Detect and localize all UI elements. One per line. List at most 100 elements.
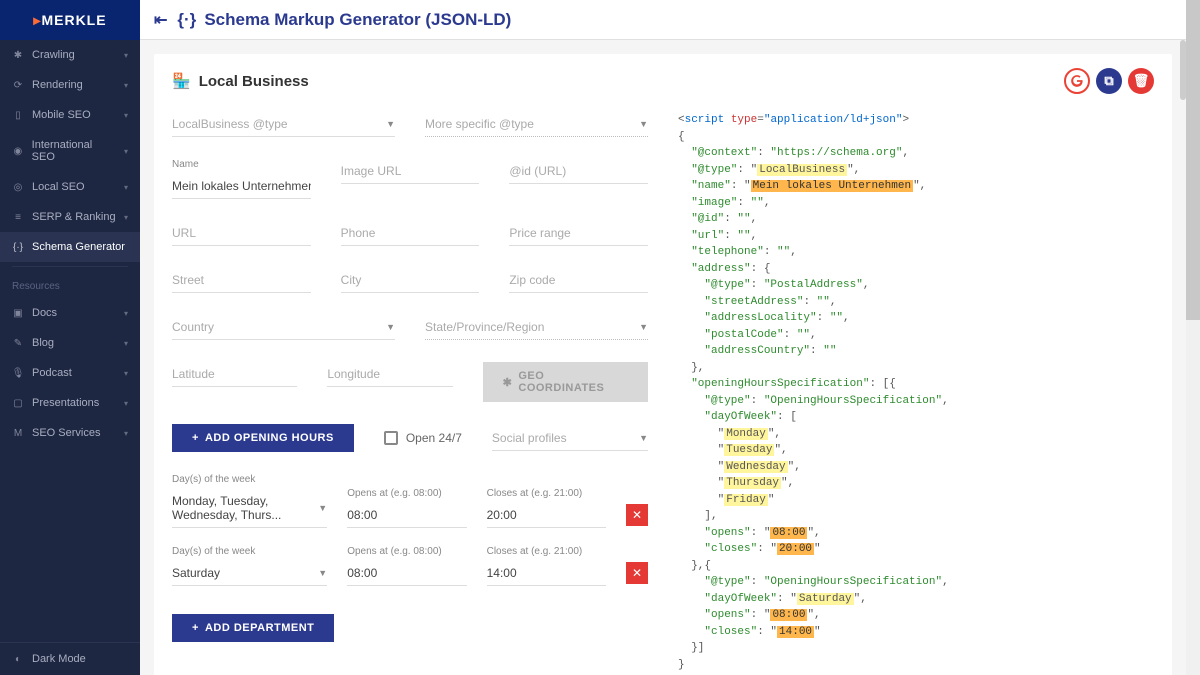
nav-main: ✱Crawling▾⟳Rendering▾▯Mobile SEO▾◉Intern… bbox=[0, 40, 140, 262]
card-title: 🏪 Local Business bbox=[172, 72, 309, 90]
sidebar-item-international-seo[interactable]: ◉International SEO▾ bbox=[0, 130, 140, 172]
code-braces-icon: {·} bbox=[177, 10, 196, 30]
opens-label: Opens at (e.g. 08:00) bbox=[347, 488, 466, 499]
sidebar-item-local-seo[interactable]: ◎Local SEO▾ bbox=[0, 172, 140, 202]
sidebar-item-presentations[interactable]: ▢Presentations▾ bbox=[0, 388, 140, 418]
longitude-input[interactable] bbox=[327, 362, 452, 387]
image-url-input[interactable] bbox=[341, 159, 480, 184]
code-panel: <script type="application/ld+json"> { "@… bbox=[678, 112, 1154, 675]
name-input[interactable] bbox=[172, 174, 311, 199]
closes-input[interactable] bbox=[487, 503, 606, 528]
url-input[interactable] bbox=[172, 221, 311, 246]
page-scrollbar[interactable] bbox=[1186, 0, 1200, 675]
closes-label: Closes at (e.g. 21:00) bbox=[487, 546, 606, 557]
nav-icon: M bbox=[12, 428, 24, 439]
store-icon: 🏪 bbox=[172, 72, 191, 90]
main: ⇤ {·} Schema Markup Generator (JSON-LD) … bbox=[140, 0, 1186, 675]
chevron-down-icon: ▼ bbox=[318, 503, 327, 513]
sidebar-item-mobile-seo[interactable]: ▯Mobile SEO▾ bbox=[0, 100, 140, 130]
topbar: ⇤ {·} Schema Markup Generator (JSON-LD) bbox=[140, 0, 1186, 40]
zip-input[interactable] bbox=[509, 268, 648, 293]
nav-icon: 🎙 bbox=[12, 368, 24, 379]
phone-input[interactable] bbox=[341, 221, 480, 246]
code-output: <script type="application/ld+json"> { "@… bbox=[678, 112, 1154, 675]
copy-button[interactable]: ⧉ bbox=[1096, 68, 1122, 94]
sidebar-item-schema-generator[interactable]: {·}Schema Generator bbox=[0, 232, 140, 262]
days-label: Day(s) of the week bbox=[172, 474, 327, 485]
chevron-down-icon: ▼ bbox=[639, 433, 648, 443]
checkbox-icon bbox=[384, 431, 398, 445]
region-select[interactable]: State/Province/Region▼ bbox=[425, 315, 648, 340]
chevron-down-icon: ▼ bbox=[386, 322, 395, 332]
chevron-down-icon: ▾ bbox=[124, 429, 128, 438]
geo-coordinates-button: ✱ GEO COORDINATES bbox=[483, 362, 648, 402]
add-opening-hours-button[interactable]: + ADD OPENING HOURS bbox=[172, 424, 354, 452]
open-247-checkbox[interactable]: Open 24/7 bbox=[384, 431, 462, 445]
chevron-down-icon: ▼ bbox=[639, 322, 648, 332]
dark-mode-toggle[interactable]: ◐ Dark Mode bbox=[0, 642, 140, 675]
specific-type-select[interactable]: More specific @type▼ bbox=[425, 112, 648, 137]
social-profiles-select[interactable]: Social profiles▼ bbox=[492, 426, 648, 451]
sidebar-item-rendering[interactable]: ⟳Rendering▾ bbox=[0, 70, 140, 100]
nav-icon: ✎ bbox=[12, 338, 24, 349]
price-range-input[interactable] bbox=[509, 221, 648, 246]
days-label: Day(s) of the week bbox=[172, 546, 327, 557]
sidebar-item-seo-services[interactable]: MSEO Services▾ bbox=[0, 418, 140, 448]
nav-icon: ▯ bbox=[12, 110, 24, 121]
form-card: 🏪 Local Business ⧉ 🗑 Lo bbox=[154, 54, 1172, 675]
add-department-button[interactable]: + ADD DEPARTMENT bbox=[172, 614, 334, 642]
logo: ▸MERKLE bbox=[0, 0, 140, 40]
sidebar-item-crawling[interactable]: ✱Crawling▾ bbox=[0, 40, 140, 70]
chevron-down-icon: ▾ bbox=[124, 111, 128, 120]
chevron-down-icon: ▾ bbox=[124, 147, 128, 156]
nav-section-label: Resources bbox=[0, 271, 140, 298]
chevron-down-icon: ▾ bbox=[124, 369, 128, 378]
delete-button[interactable]: 🗑 bbox=[1128, 68, 1154, 94]
chevron-down-icon: ▾ bbox=[124, 51, 128, 60]
collapse-sidebar-button[interactable]: ⇤ bbox=[154, 10, 167, 30]
delete-hours-button[interactable]: ✕ bbox=[626, 504, 648, 526]
nav-icon: ◎ bbox=[12, 182, 24, 193]
page-title: {·} Schema Markup Generator (JSON-LD) bbox=[177, 10, 511, 30]
nav-icon: ▢ bbox=[12, 398, 24, 409]
chevron-down-icon: ▾ bbox=[124, 183, 128, 192]
street-input[interactable] bbox=[172, 268, 311, 293]
content: 🏪 Local Business ⧉ 🗑 Lo bbox=[140, 40, 1186, 675]
id-url-input[interactable] bbox=[509, 159, 648, 184]
days-select[interactable]: Monday, Tuesday, Wednesday, Thurs...▼ bbox=[172, 489, 327, 528]
nav-icon: ⟳ bbox=[12, 80, 24, 91]
chevron-down-icon: ▼ bbox=[318, 568, 327, 578]
opens-label: Opens at (e.g. 08:00) bbox=[347, 546, 466, 557]
chevron-down-icon: ▾ bbox=[124, 309, 128, 318]
nav-resources: ▣Docs▾✎Blog▾🎙Podcast▾▢Presentations▾MSEO… bbox=[0, 298, 140, 448]
delete-hours-button[interactable]: ✕ bbox=[626, 562, 648, 584]
sidebar-item-blog[interactable]: ✎Blog▾ bbox=[0, 328, 140, 358]
chevron-down-icon: ▾ bbox=[124, 81, 128, 90]
dark-mode-icon: ◐ bbox=[12, 654, 24, 665]
opens-input[interactable] bbox=[347, 503, 466, 528]
inner-scrollbar[interactable] bbox=[1180, 40, 1186, 100]
nav-icon: {·} bbox=[12, 242, 24, 253]
opening-hours-row: Day(s) of the week Monday, Tuesday, Wedne… bbox=[172, 474, 648, 528]
chevron-down-icon: ▼ bbox=[386, 119, 395, 129]
local-business-type-select[interactable]: LocalBusiness @type▼ bbox=[172, 112, 395, 137]
latitude-input[interactable] bbox=[172, 362, 297, 387]
closes-label: Closes at (e.g. 21:00) bbox=[487, 488, 606, 499]
sidebar-item-serp-&-ranking[interactable]: ≡SERP & Ranking▾ bbox=[0, 202, 140, 232]
country-select[interactable]: Country▼ bbox=[172, 315, 395, 340]
nav-icon: ◉ bbox=[12, 146, 24, 157]
nav-icon: ▣ bbox=[12, 308, 24, 319]
sidebar: ▸MERKLE ✱Crawling▾⟳Rendering▾▯Mobile SEO… bbox=[0, 0, 140, 675]
closes-input[interactable] bbox=[487, 561, 606, 586]
nav-icon: ✱ bbox=[12, 50, 24, 61]
nav-icon: ≡ bbox=[12, 212, 24, 223]
google-test-button[interactable] bbox=[1064, 68, 1090, 94]
days-select[interactable]: Saturday▼ bbox=[172, 561, 327, 586]
sidebar-item-podcast[interactable]: 🎙Podcast▾ bbox=[0, 358, 140, 388]
chevron-down-icon: ▾ bbox=[124, 399, 128, 408]
city-input[interactable] bbox=[341, 268, 480, 293]
sidebar-item-docs[interactable]: ▣Docs▾ bbox=[0, 298, 140, 328]
form-panel: LocalBusiness @type▼ More specific @type… bbox=[172, 112, 648, 675]
chevron-down-icon: ▾ bbox=[124, 339, 128, 348]
opens-input[interactable] bbox=[347, 561, 466, 586]
